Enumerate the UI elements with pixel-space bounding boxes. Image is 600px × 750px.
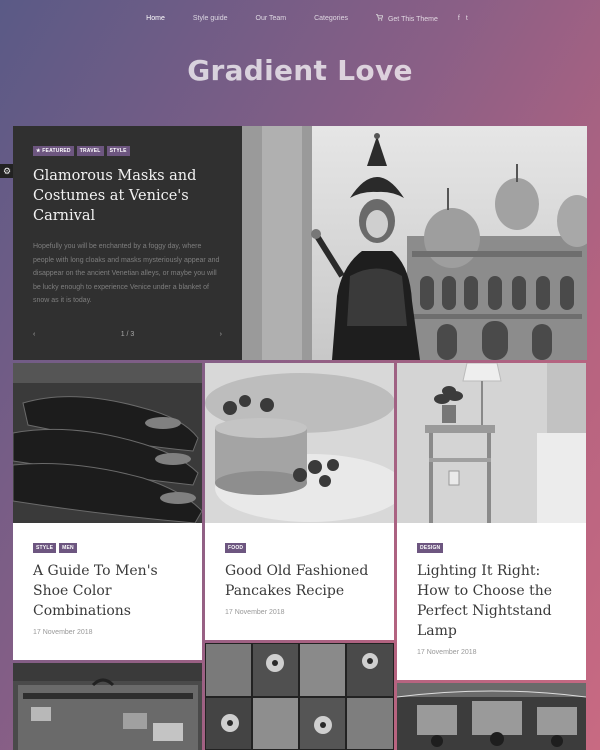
site-title[interactable]: Gradient Love: [0, 54, 600, 87]
featured-excerpt: Hopefully you will be enchanted by a fog…: [33, 243, 220, 304]
post-card-shoes[interactable]: Style Men A Guide To Men's Shoe Color Co…: [13, 363, 202, 660]
slider-prev-button[interactable]: ‹: [33, 331, 35, 338]
card-date: 17 November 2018: [225, 609, 285, 616]
venice-carnival-photo: [242, 126, 587, 360]
tag-style[interactable]: Style: [106, 146, 130, 156]
post-image-tiles[interactable]: [205, 643, 394, 750]
card-body: Food Good Old Fashioned Pancakes Recipe …: [205, 523, 394, 632]
tag-featured-label: Featured: [42, 148, 71, 154]
card-tags: Design: [417, 543, 566, 553]
nav-style-guide[interactable]: Style guide: [193, 15, 228, 22]
post-card-pancakes[interactable]: Food Good Old Fashioned Pancakes Recipe …: [205, 363, 394, 640]
twitter-icon[interactable]: t: [466, 15, 468, 22]
main-nav: Home Style guide Our Team Categories Get…: [0, 14, 600, 23]
tag-featured[interactable]: ★ Featured: [33, 146, 74, 156]
card-image-pancakes[interactable]: [205, 363, 394, 523]
card-body: Style Men A Guide To Men's Shoe Color Co…: [13, 523, 202, 652]
tag-style[interactable]: Style: [33, 543, 57, 553]
facebook-icon[interactable]: f: [458, 15, 460, 22]
nav-our-team[interactable]: Our Team: [256, 15, 287, 22]
shoes-photo: [13, 363, 202, 523]
slider-controls: ‹ 1 / 3 ›: [33, 331, 222, 338]
card-title[interactable]: Good Old Fashioned Pancakes Recipe: [225, 561, 374, 601]
featured-tags: ★ Featured Travel Style: [33, 146, 222, 156]
cart-icon: [375, 14, 383, 21]
post-card-lamp[interactable]: Design Lighting It Right: How to Choose …: [397, 363, 586, 680]
suitcases-photo: [13, 663, 202, 750]
pancakes-photo: [205, 363, 394, 523]
card-date: 17 November 2018: [417, 649, 477, 656]
card-body: Design Lighting It Right: How to Choose …: [397, 523, 586, 672]
post-image-suitcases[interactable]: [13, 663, 202, 750]
nav-get-theme[interactable]: Get This Theme: [375, 14, 438, 23]
nav-get-theme-label: Get This Theme: [387, 16, 438, 23]
card-tags: Food: [225, 543, 374, 553]
market-photo: [397, 683, 586, 750]
featured-slider: ★ Featured Travel Style Glamorous Masks …: [13, 126, 587, 360]
card-tags: Style Men: [33, 543, 182, 553]
card-title[interactable]: A Guide To Men's Shoe Color Combinations: [33, 561, 182, 621]
tag-food[interactable]: Food: [225, 543, 247, 553]
tag-design[interactable]: Design: [417, 543, 444, 553]
tiles-photo: [205, 643, 394, 750]
nightstand-photo: [397, 363, 586, 523]
card-image-lamp[interactable]: [397, 363, 586, 523]
social-links: f t: [458, 15, 468, 22]
tag-travel[interactable]: Travel: [76, 146, 104, 156]
nav-categories[interactable]: Categories: [314, 15, 348, 22]
card-date: 17 November 2018: [33, 629, 93, 636]
featured-image[interactable]: [242, 126, 587, 360]
gear-icon[interactable]: ⚙: [0, 164, 14, 178]
slider-next-button[interactable]: ›: [220, 331, 222, 338]
featured-title[interactable]: Glamorous Masks and Costumes at Venice's…: [33, 166, 222, 226]
card-title[interactable]: Lighting It Right: How to Choose the Per…: [417, 561, 566, 641]
slider-pager: 1 / 3: [120, 331, 135, 338]
card-image-shoes[interactable]: [13, 363, 202, 523]
featured-panel: ★ Featured Travel Style Glamorous Masks …: [13, 126, 242, 360]
tag-men[interactable]: Men: [59, 543, 77, 553]
post-image-market[interactable]: [397, 683, 586, 750]
nav-home[interactable]: Home: [146, 15, 165, 22]
